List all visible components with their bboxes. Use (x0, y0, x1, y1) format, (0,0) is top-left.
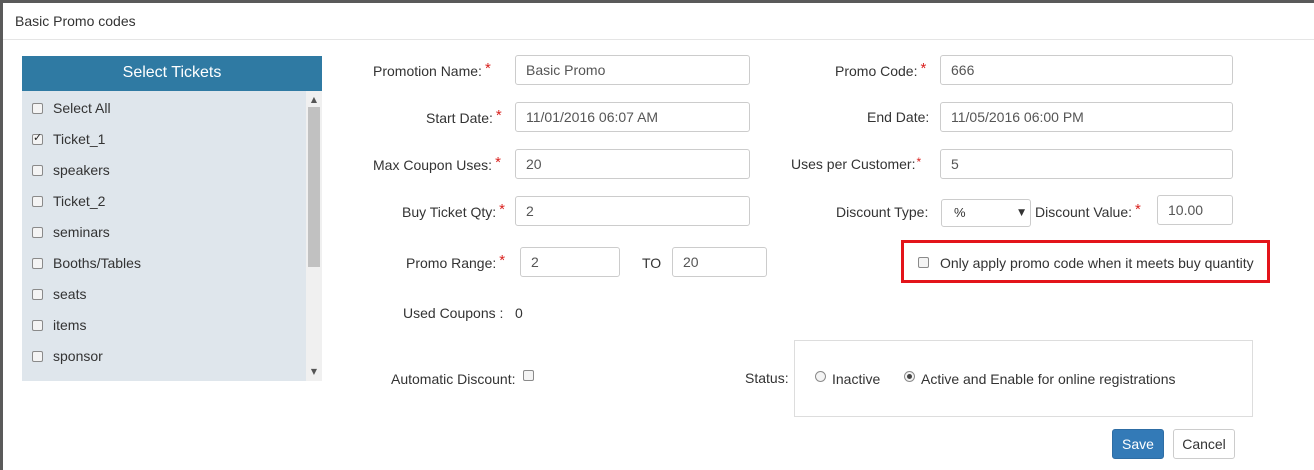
ticket-list[interactable]: Select All Ticket_1 speakers Ticket_2 se… (22, 91, 306, 381)
buy-ticket-qty-input[interactable]: 2 (515, 196, 750, 226)
status-active-radio[interactable] (904, 371, 915, 382)
status-inactive-radio[interactable] (815, 371, 826, 382)
max-coupon-uses-input[interactable]: 20 (515, 149, 750, 179)
required-marker: * (484, 60, 491, 77)
chevron-down-icon: ▼ (1018, 208, 1025, 218)
promo-range-to-label: TO (642, 255, 662, 271)
scroll-down-icon[interactable]: ▼ (306, 365, 322, 379)
status-inactive-label: Inactive (832, 371, 881, 387)
buy-quantity-checkbox[interactable] (918, 257, 929, 268)
seminars-checkbox[interactable] (32, 226, 43, 238)
start-date-input[interactable]: 11/01/2016 06:07 AM (515, 102, 750, 132)
speakers-checkbox[interactable] (32, 164, 43, 176)
promo-range-from-input[interactable]: 2 (520, 247, 620, 277)
ticket-item-ticket-1[interactable]: Ticket_1 (32, 129, 105, 149)
start-date-label-text: Start Date: (426, 110, 493, 126)
promo-range-label-text: Promo Range: (406, 255, 497, 271)
ticket-label: seats (53, 286, 87, 302)
end-date-input[interactable]: 11/05/2016 06:00 PM (940, 102, 1233, 132)
select-all-checkbox[interactable] (32, 102, 43, 114)
discount-value-input[interactable]: 10.00 (1157, 195, 1233, 225)
uses-per-customer-label-text: Uses per Customer: (791, 156, 916, 172)
promo-range-to-input[interactable]: 20 (672, 247, 767, 277)
promo-code-label-text: Promo Code: (835, 63, 918, 79)
ticket-label: seminars (53, 224, 110, 240)
cancel-button[interactable]: Cancel (1173, 429, 1235, 459)
ticket-1-checkbox[interactable] (32, 131, 43, 145)
max-coupon-uses-label-text: Max Coupon Uses: (373, 157, 493, 173)
partial-checkbox[interactable] (32, 380, 43, 381)
ticket-item-ticket-2[interactable]: Ticket_2 (32, 191, 105, 211)
discount-type-label: Discount Type: (836, 204, 929, 220)
required-marker: * (1135, 201, 1141, 218)
discount-type-value: % (954, 205, 966, 220)
max-coupon-uses-label: Max Coupon Uses: * (373, 154, 501, 174)
ticket-item-select-all[interactable]: Select All (32, 98, 111, 118)
buy-quantity-label: Only apply promo code when it meets buy … (940, 255, 1254, 271)
ticket-2-checkbox[interactable] (32, 195, 43, 207)
buy-ticket-qty-label: Buy Ticket Qty: * (402, 201, 505, 221)
modal-title: Basic Promo codes (15, 13, 136, 29)
seats-checkbox[interactable] (32, 288, 43, 300)
buy-ticket-qty-label-text: Buy Ticket Qty: (402, 204, 497, 220)
discount-value-label: Discount Value: * (1035, 201, 1141, 221)
ticket-label: Ticket_2 (53, 193, 106, 209)
items-checkbox[interactable] (32, 319, 43, 331)
automatic-discount-label: Automatic Discount: (391, 371, 516, 387)
required-marker: * (499, 252, 506, 269)
ticket-label: Booths/Tables (53, 255, 141, 271)
ticket-item-speakers[interactable]: speakers (32, 160, 110, 180)
promotion-name-label-text: Promotion Name: (373, 63, 482, 79)
ticket-panel-header: Select Tickets (22, 56, 322, 91)
save-button[interactable]: Save (1112, 429, 1164, 459)
ticket-item-booths-tables[interactable]: Booths/Tables (32, 253, 141, 273)
ticket-label: sponsor (53, 348, 103, 364)
status-active-label: Active and Enable for online registratio… (921, 371, 1176, 387)
start-date-label: Start Date: * (426, 107, 502, 127)
ticket-item-sponsor[interactable]: sponsor (32, 346, 103, 366)
required-marker: * (916, 155, 922, 169)
booths-tables-checkbox[interactable] (32, 257, 43, 269)
uses-per-customer-input[interactable]: 5 (940, 149, 1233, 179)
ticket-panel: Select Tickets Select All Ticket_1 speak… (22, 56, 322, 381)
promo-modal: Basic Promo codes Select Tickets Select … (3, 3, 1314, 470)
promo-code-input[interactable]: 666 (940, 55, 1233, 85)
promo-range-label: Promo Range: * (406, 252, 506, 272)
ticket-item-partial[interactable] (32, 376, 43, 381)
required-marker: * (499, 201, 505, 218)
automatic-discount-checkbox[interactable] (523, 370, 534, 381)
discount-value-label-text: Discount Value: (1035, 204, 1133, 220)
promotion-name-label: Promotion Name: * (373, 60, 491, 80)
status-label: Status: (745, 370, 789, 386)
scroll-up-icon[interactable]: ▲ (306, 93, 322, 107)
ticket-item-seats[interactable]: seats (32, 284, 86, 304)
ticket-label: speakers (53, 162, 110, 178)
discount-type-select[interactable]: % ▼ (941, 199, 1031, 227)
ticket-item-seminars[interactable]: seminars (32, 222, 110, 242)
ticket-list-scrollbar[interactable]: ▲ ▼ (306, 91, 322, 381)
promo-code-label: Promo Code: * (835, 60, 927, 80)
ticket-label: Ticket_1 (53, 131, 106, 147)
ticket-item-items[interactable]: items (32, 315, 86, 335)
promotion-name-input[interactable]: Basic Promo (515, 55, 750, 85)
used-coupons-label: Used Coupons : (403, 305, 504, 321)
required-marker: * (920, 60, 927, 77)
used-coupons-value: 0 (515, 305, 523, 321)
required-marker: * (495, 107, 502, 124)
sponsor-checkbox[interactable] (32, 350, 43, 362)
scroll-thumb[interactable] (308, 107, 320, 267)
ticket-label: items (53, 317, 87, 333)
ticket-label: Select All (53, 100, 111, 116)
end-date-label: End Date: (867, 109, 930, 125)
required-marker: * (495, 154, 501, 171)
uses-per-customer-label: Uses per Customer:* (791, 155, 922, 172)
modal-header: Basic Promo codes (3, 3, 1314, 40)
